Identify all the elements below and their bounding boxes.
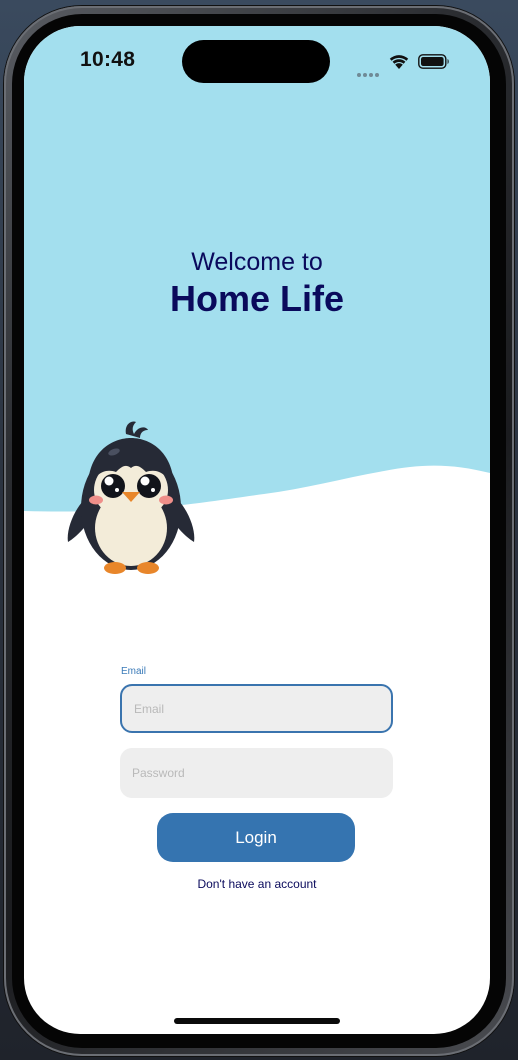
status-bar: 10:48 [24, 26, 490, 96]
home-indicator [174, 1018, 340, 1024]
email-input[interactable] [120, 684, 393, 733]
welcome-heading: Welcome to [191, 248, 323, 276]
penguin-mascot [67, 421, 195, 574]
status-time: 10:48 [80, 48, 136, 71]
wifi-icon [389, 55, 409, 69]
app-screen: 10:48 Welcome to Home Life Email Email L… [24, 26, 490, 1034]
signup-link[interactable]: Don't have an account [24, 877, 490, 891]
login-button[interactable]: Login [157, 813, 355, 862]
app-title: Home Life [169, 278, 345, 319]
password-input[interactable] [120, 748, 393, 798]
dynamic-island [182, 40, 330, 83]
cellular-signal-icon [357, 64, 381, 77]
email-field-label: Email [121, 666, 147, 677]
battery-icon [418, 54, 449, 69]
